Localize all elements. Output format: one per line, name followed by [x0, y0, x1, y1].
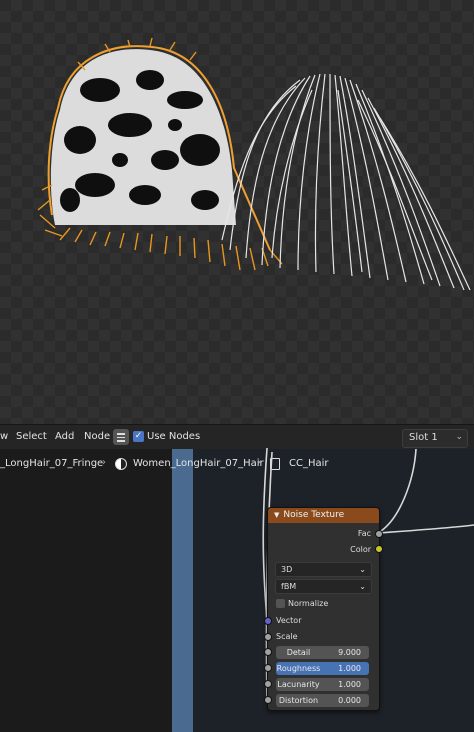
node-title: Noise Texture — [283, 510, 345, 520]
dimensions-value: 3D — [281, 565, 293, 574]
input-scale-label: Scale — [276, 632, 298, 641]
frame-node-edge[interactable] — [172, 449, 193, 732]
field-value: 0.000 — [338, 696, 361, 705]
normalize-label: Normalize — [288, 599, 329, 608]
breadcrumb-item[interactable]: Women_LongHair_07_Hair — [133, 458, 264, 469]
field-label: Distortion — [278, 696, 319, 705]
chevron-down-icon: ⌄ — [455, 432, 463, 442]
node-tree-icon — [270, 458, 280, 470]
material-icon — [115, 458, 127, 470]
lacunarity-input-socket[interactable] — [264, 680, 272, 688]
roughness-input-socket[interactable] — [264, 664, 272, 672]
menu-add[interactable]: Add — [55, 431, 74, 442]
dimensions-dropdown[interactable]: 3D ⌄ — [275, 562, 372, 577]
roughness-field[interactable]: Roughness 1.000 — [276, 662, 369, 675]
selected-hair-object[interactable] — [37, 37, 283, 271]
field-value: 1.000 — [338, 680, 361, 689]
input-vector-label: Vector — [276, 616, 302, 625]
output-fac-label: Fac — [357, 529, 371, 538]
chevron-down-icon: ⌄ — [359, 582, 366, 591]
detail-field[interactable]: Detail 9.000 — [276, 646, 369, 659]
chevron-down-icon: ⌄ — [359, 565, 366, 574]
hair-strands-object[interactable] — [221, 73, 471, 291]
detail-input-socket[interactable] — [264, 648, 272, 656]
output-color-label: Color — [350, 545, 371, 554]
field-label: Lacunarity — [277, 680, 320, 689]
use-nodes-checkbox[interactable]: ✓ — [133, 431, 144, 442]
node-header[interactable]: ▼ Noise Texture — [268, 508, 379, 523]
slot-value: Slot 1 — [409, 432, 438, 443]
hamburger-menu-icon[interactable] — [113, 429, 129, 445]
distortion-input-socket[interactable] — [264, 696, 272, 704]
scale-input-socket[interactable] — [264, 633, 272, 641]
lacunarity-field[interactable]: Lacunarity 1.000 — [276, 678, 369, 691]
node-editor[interactable]: _LongHair_07_Fringe › Women_LongHair_07_… — [0, 449, 474, 732]
menu-select[interactable]: Select — [16, 431, 47, 442]
normalize-checkbox[interactable] — [276, 599, 285, 608]
breadcrumb-item[interactable]: _LongHair_07_Fringe — [0, 458, 103, 469]
3d-viewport[interactable] — [0, 0, 474, 424]
noise-type-dropdown[interactable]: fBM ⌄ — [275, 579, 372, 594]
chevron-right-icon: › — [257, 457, 261, 468]
field-value: 9.000 — [338, 648, 361, 657]
breadcrumb: _LongHair_07_Fringe › Women_LongHair_07_… — [0, 449, 474, 477]
field-label: Detail — [286, 648, 311, 657]
slot-dropdown[interactable]: Slot 1 ⌄ — [402, 429, 468, 448]
chevron-right-icon: › — [102, 457, 106, 468]
editor-left-region — [0, 449, 172, 732]
vector-input-socket[interactable] — [264, 617, 272, 625]
breadcrumb-item[interactable]: CC_Hair — [289, 458, 329, 469]
color-output-socket[interactable] — [375, 545, 383, 553]
node-editor-header: w Select Add Node ✓ Use Nodes Slot 1 ⌄ — [0, 424, 474, 449]
field-label: Roughness — [276, 664, 321, 673]
menu-node[interactable]: Node — [84, 431, 110, 442]
noise-texture-node[interactable]: ▼ Noise Texture Fac Color 3D ⌄ fBM ⌄ Normal… — [267, 507, 380, 711]
fac-output-socket[interactable] — [375, 530, 383, 538]
distortion-field[interactable]: Distortion 0.000 — [276, 694, 369, 707]
menu-view[interactable]: w — [0, 431, 8, 442]
collapse-arrow-icon[interactable]: ▼ — [274, 511, 279, 519]
hair-render — [37, 37, 471, 291]
noise-type-value: fBM — [281, 582, 297, 591]
field-value: 1.000 — [338, 664, 361, 673]
use-nodes-label: Use Nodes — [147, 431, 201, 442]
